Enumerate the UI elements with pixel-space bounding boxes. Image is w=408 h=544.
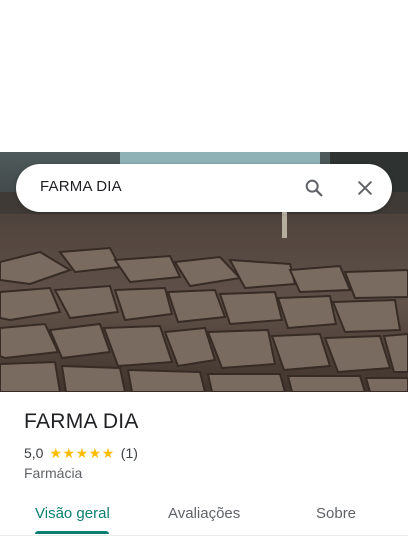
close-icon bbox=[358, 181, 372, 195]
place-category: Farmácia bbox=[24, 465, 83, 481]
star-icon: ★ bbox=[49, 445, 63, 461]
rating-row[interactable]: 5,0 ★ ★ ★ ★ ★ (1) bbox=[24, 445, 138, 461]
active-tab-indicator bbox=[35, 531, 109, 534]
search-button[interactable] bbox=[300, 174, 328, 202]
star-icon: ★ bbox=[62, 445, 76, 461]
star-icon: ★ bbox=[101, 445, 115, 461]
tab-overview[interactable]: Visão geral bbox=[35, 505, 110, 522]
search-query[interactable]: FARMA DIA bbox=[40, 178, 122, 195]
search-icon bbox=[305, 179, 323, 197]
star-icon: ★ bbox=[75, 445, 89, 461]
rating-stars: ★ ★ ★ ★ ★ bbox=[49, 446, 114, 460]
tab-about[interactable]: Sobre bbox=[316, 505, 356, 522]
tab-reviews[interactable]: Avaliações bbox=[168, 505, 240, 522]
star-icon: ★ bbox=[88, 445, 102, 461]
review-count[interactable]: (1) bbox=[121, 445, 138, 461]
search-bar[interactable]: FARMA DIA bbox=[16, 164, 392, 212]
tab-divider bbox=[0, 535, 408, 536]
tab-bar: Visão geral Avaliações Sobre bbox=[0, 495, 408, 535]
rating-value: 5,0 bbox=[24, 445, 44, 461]
place-title: FARMA DIA bbox=[24, 410, 139, 433]
close-button[interactable] bbox=[351, 174, 379, 202]
